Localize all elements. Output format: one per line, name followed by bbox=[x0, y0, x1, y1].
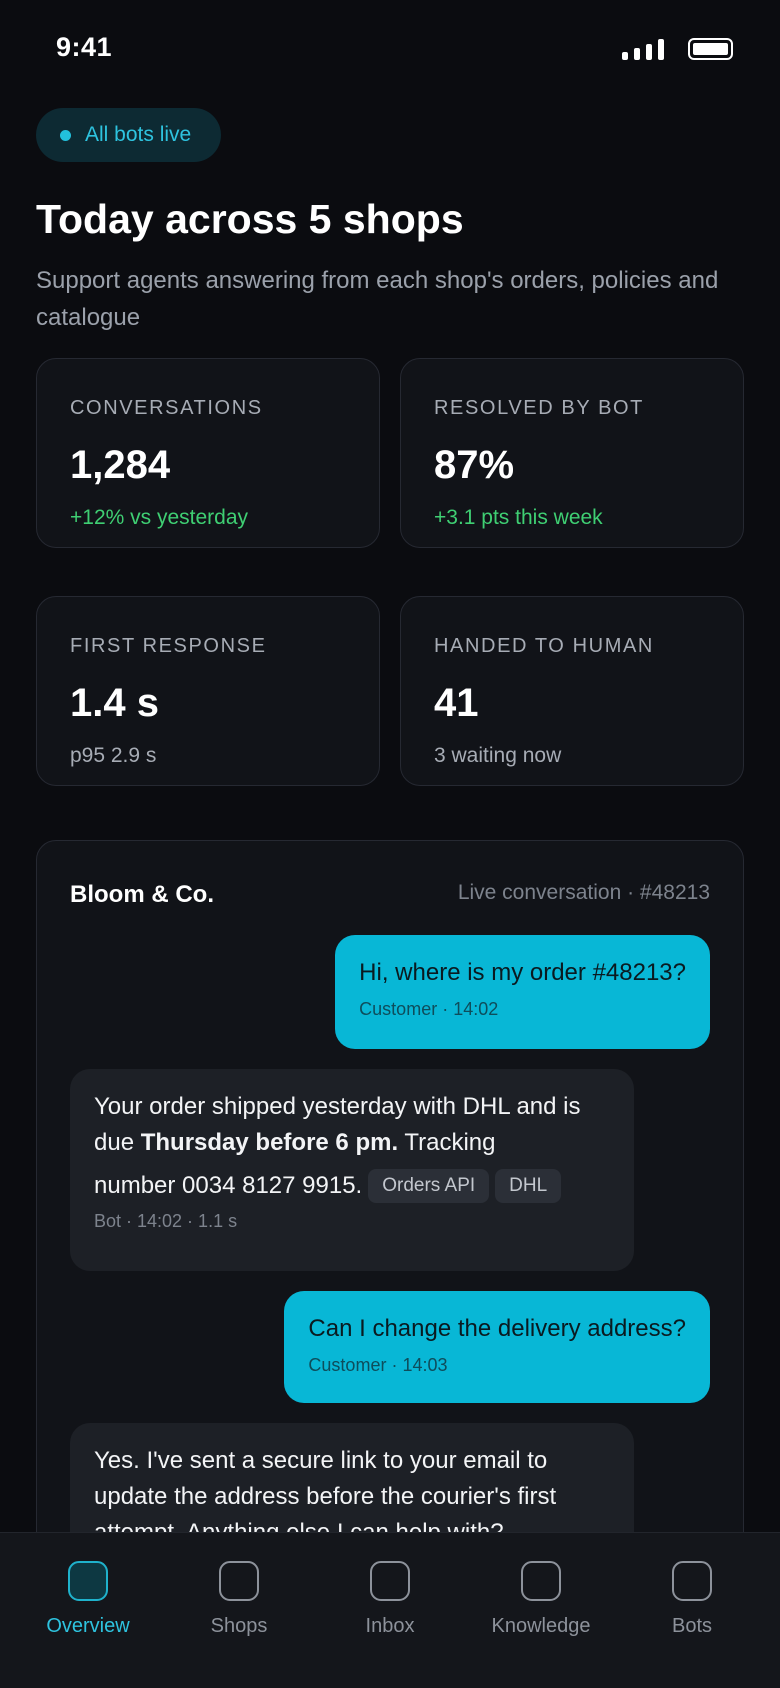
status-pill: All bots live bbox=[36, 108, 222, 162]
tab-label: Overview bbox=[46, 1615, 130, 1637]
main-scroll[interactable]: All bots live Today across 5 shops Suppo… bbox=[0, 100, 780, 1532]
shops-icon bbox=[219, 1561, 259, 1601]
tab-shops[interactable]: Shops bbox=[164, 1561, 314, 1638]
knowledge-icon bbox=[521, 1561, 561, 1601]
bots-icon bbox=[672, 1561, 712, 1601]
conversation-meta: Live conversation · #48213 bbox=[457, 881, 710, 904]
page-title: Today across 5 shops bbox=[36, 196, 464, 242]
stat-delta: p95 2.9 s bbox=[70, 744, 157, 767]
status-pill-label: All bots live bbox=[85, 123, 192, 146]
stat-label: HANDED TO HUMAN bbox=[434, 635, 654, 657]
tab-label: Bots bbox=[671, 1615, 713, 1637]
live-dot-icon bbox=[60, 129, 71, 141]
stat-label: RESOLVED BY BOT bbox=[434, 397, 644, 419]
stat-value: 1.4 s bbox=[70, 681, 159, 725]
message-customer: Can I change the delivery address? Custo… bbox=[284, 1291, 710, 1403]
tab-label: Shops bbox=[210, 1615, 268, 1637]
stat-label: CONVERSATIONS bbox=[70, 397, 263, 419]
source-chip[interactable]: DHL bbox=[495, 1169, 562, 1203]
signal-icon bbox=[622, 38, 666, 60]
tab-inbox[interactable]: Inbox bbox=[315, 1561, 465, 1638]
live-conversation-card[interactable]: Bloom & Co. Live conversation · #48213 H… bbox=[36, 840, 744, 1532]
message-meta: Bot · 14:02 · 1.1 s bbox=[94, 1211, 238, 1231]
stat-value: 1,284 bbox=[70, 443, 171, 487]
tab-bots[interactable]: Bots bbox=[617, 1561, 767, 1638]
overview-icon bbox=[68, 1561, 108, 1601]
stat-label: FIRST RESPONSE bbox=[70, 635, 267, 657]
stat-card-handed-to-human[interactable]: HANDED TO HUMAN 41 3 waiting now bbox=[400, 596, 744, 786]
stat-delta: +12% vs yesterday bbox=[70, 506, 249, 529]
message-bot: Your order shipped yesterday with DHL an… bbox=[70, 1069, 634, 1271]
message-text: Yes. I've sent a secure link to your ema… bbox=[94, 1447, 557, 1532]
tab-bar: Overview Shops Inbox Knowledge Bots bbox=[0, 1532, 780, 1688]
stat-card-conversations[interactable]: CONVERSATIONS 1,284 +12% vs yesterday bbox=[36, 358, 380, 548]
status-bar: 9:41 bbox=[0, 0, 780, 100]
stat-card-first-response[interactable]: FIRST RESPONSE 1.4 s p95 2.9 s bbox=[36, 596, 380, 786]
message-customer: Hi, where is my order #48213? Customer ·… bbox=[335, 935, 710, 1049]
tab-label: Knowledge bbox=[491, 1615, 591, 1637]
message-meta: Customer · 14:02 bbox=[359, 999, 499, 1019]
shop-name: Bloom & Co. bbox=[70, 881, 214, 908]
battery-icon bbox=[688, 38, 733, 60]
source-chip[interactable]: Orders API bbox=[368, 1169, 490, 1203]
stat-delta: 3 waiting now bbox=[434, 744, 562, 767]
tab-overview[interactable]: Overview bbox=[13, 1561, 163, 1638]
status-time: 9:41 bbox=[56, 32, 113, 62]
message-text: Can I change the delivery address? bbox=[308, 1315, 686, 1342]
message-text-tags: number 0034 8127 9915. Orders API DHL bbox=[94, 1161, 610, 1211]
tab-label: Inbox bbox=[365, 1615, 415, 1637]
message-bot: Yes. I've sent a secure link to your ema… bbox=[70, 1423, 634, 1532]
stat-delta: +3.1 pts this week bbox=[434, 506, 603, 529]
stat-card-resolved[interactable]: RESOLVED BY BOT 87% +3.1 pts this week bbox=[400, 358, 744, 548]
tab-knowledge[interactable]: Knowledge bbox=[466, 1561, 616, 1638]
inbox-icon bbox=[370, 1561, 410, 1601]
page-subtitle: Support agents answering from each shop'… bbox=[36, 267, 719, 331]
stat-value: 87% bbox=[434, 443, 515, 487]
message-meta: Customer · 14:03 bbox=[308, 1355, 448, 1375]
message-text: Hi, where is my order #48213? bbox=[359, 959, 686, 986]
message-text: Your order shipped yesterday with DHL an… bbox=[94, 1093, 581, 1156]
stat-value: 41 bbox=[434, 681, 479, 725]
